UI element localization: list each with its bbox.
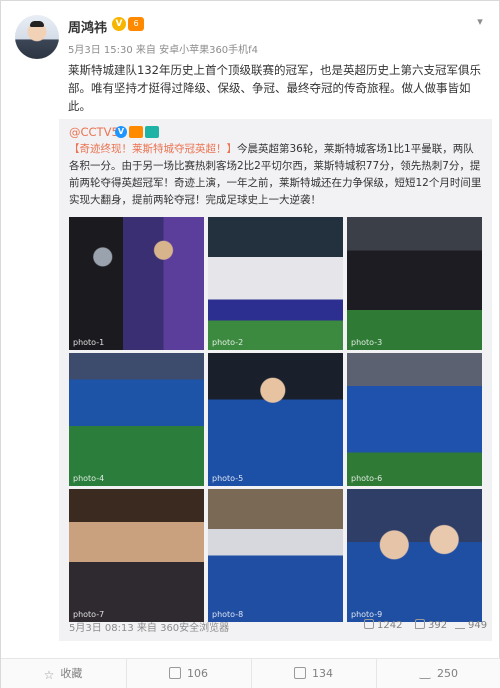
comment-button[interactable]: 134 [251,659,375,688]
photo-tile[interactable]: photo-6 [347,353,482,486]
verified-icon: V [112,17,126,31]
repost-share-count[interactable]: 1242 [364,619,402,631]
repost-author-link[interactable]: @CCTV5 [69,125,119,139]
photo-gallery: photo-1 photo-2 photo-3 photo-4 photo-5 … [69,217,483,622]
share-icon [169,667,181,679]
photo-tile[interactable]: photo-3 [347,217,482,350]
photo-tile[interactable]: photo-9 [347,489,482,622]
repost-comment-count[interactable]: 392 [415,619,447,631]
repost-meta: 5月3日 08:13 来自 360安全浏览器 [69,623,230,634]
vip-badge-icon: 6 [128,17,144,31]
repost-like-count[interactable]: 949 [455,619,487,631]
share-icon [364,619,374,629]
repost-card: @CCTV5 V 【奇迹终现！莱斯特城夺冠英超！】今晨英超第36轮，莱斯特城客场… [59,119,492,641]
author-name[interactable]: 周鸿祎 [68,17,107,36]
avatar[interactable] [15,15,59,59]
favorite-button[interactable]: ☆ 收藏 [1,659,125,688]
photo-tile[interactable]: photo-7 [69,489,204,622]
repost-text: 【奇迹终现！莱斯特城夺冠英超！】今晨英超第36轮，莱斯特城客场1比1平曼联，两队… [69,141,484,209]
photo-tile[interactable]: photo-2 [208,217,343,350]
thumbs-up-icon [455,619,465,629]
weibo-card: 周鸿祎 V 6 5月3日 15:30 来自 安卓小苹果360手机f4 ▾ 莱斯特… [0,0,500,688]
photo-tile[interactable]: photo-8 [208,489,343,622]
repost-headline: 【奇迹终现！莱斯特城夺冠英超！】 [69,143,237,155]
chevron-down-icon[interactable]: ▾ [472,15,488,29]
share-button[interactable]: 106 [126,659,250,688]
like-button[interactable]: 250 [376,659,500,688]
comment-icon [415,619,425,629]
photo-tile[interactable]: photo-1 [69,217,204,350]
post-meta: 5月3日 15:30 来自 安卓小苹果360手机f4 [68,45,259,56]
action-bar: ☆ 收藏 106 134 250 [1,658,500,688]
thumbs-up-icon [419,667,431,679]
vip-badge-icon [129,126,143,138]
photo-tile[interactable]: photo-5 [208,353,343,486]
star-icon: ☆ [43,668,55,682]
member-badge-icon [145,126,159,138]
comment-icon [294,667,306,679]
photo-tile[interactable]: photo-4 [69,353,204,486]
post-text: 莱斯特城建队132年历史上首个顶级联赛的冠军，也是英超历史上第六支冠军俱乐部。唯… [68,63,481,113]
verified-icon: V [115,126,127,138]
